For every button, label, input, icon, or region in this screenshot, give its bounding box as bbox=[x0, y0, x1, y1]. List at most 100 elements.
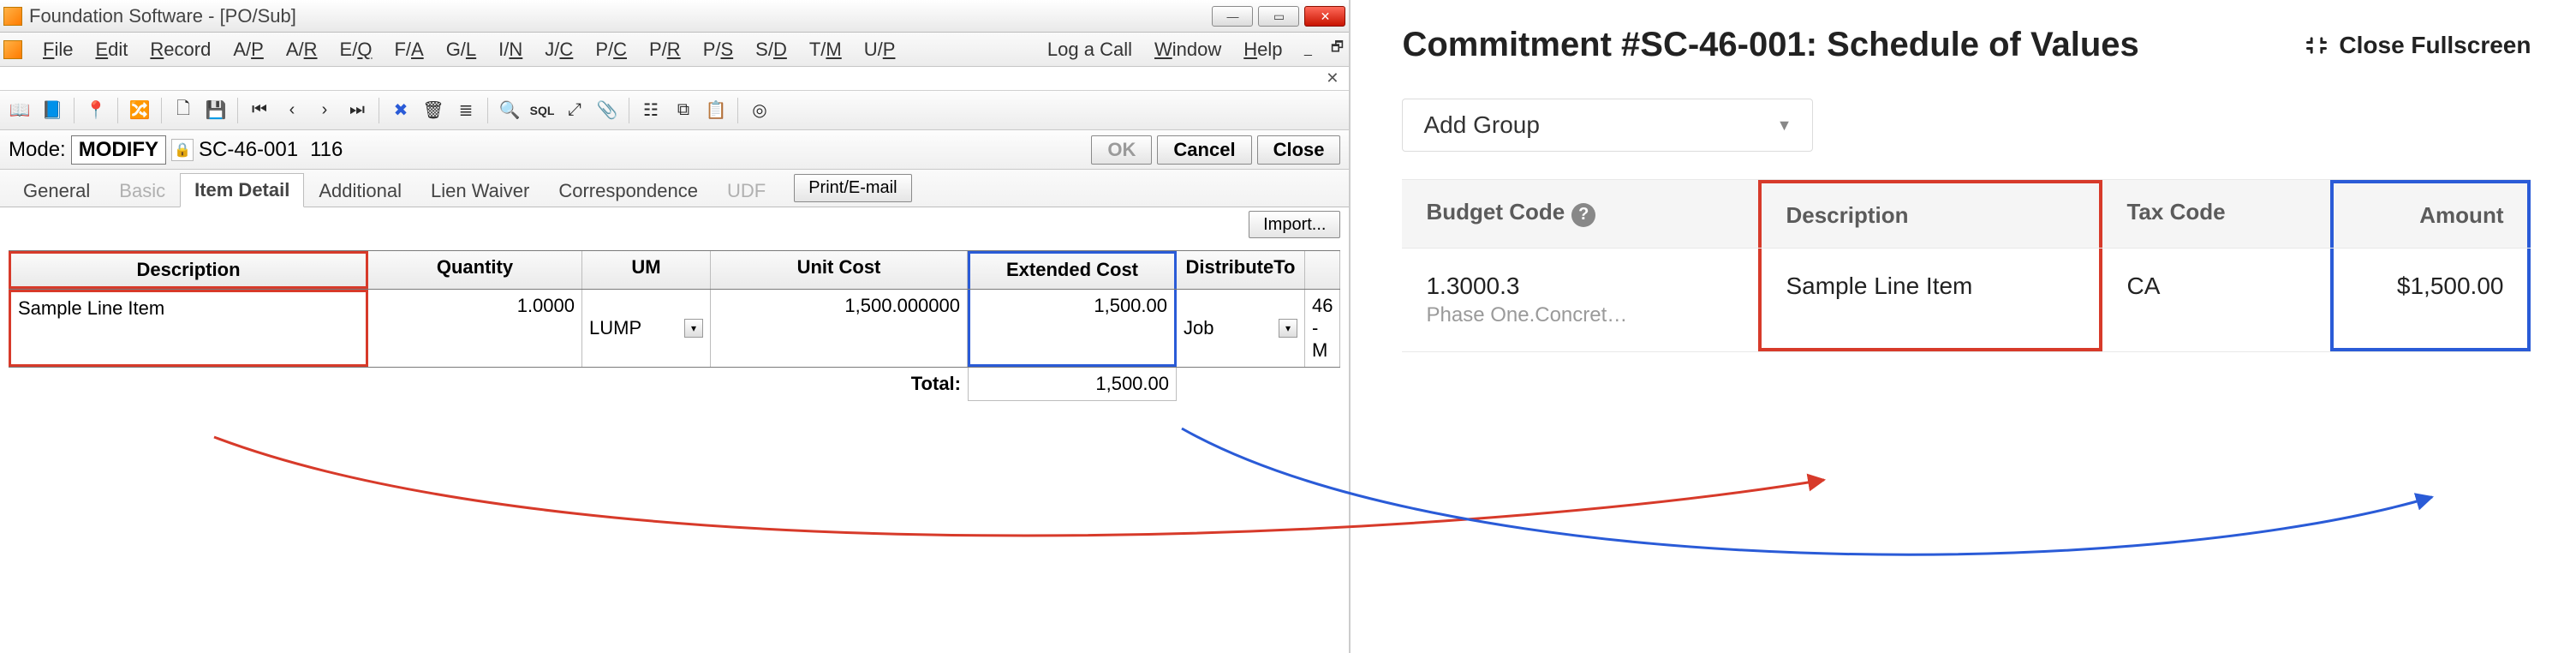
menu-tm[interactable]: T/M bbox=[804, 37, 847, 63]
menu-pr[interactable]: P/R bbox=[644, 37, 686, 63]
book-open-icon[interactable]: 📖 bbox=[5, 96, 34, 125]
trash-icon[interactable]: 🗑 bbox=[419, 96, 448, 125]
cell-tax-code[interactable]: CA bbox=[2102, 249, 2330, 351]
cell-right-description[interactable]: Sample Line Item bbox=[1758, 249, 2102, 351]
menu-pc[interactable]: P/C bbox=[590, 37, 632, 63]
tab-udf: UDF bbox=[713, 174, 780, 207]
window-title: Foundation Software - [PO/Sub] bbox=[29, 5, 296, 27]
cell-amount[interactable]: $1,500.00 bbox=[2330, 249, 2531, 351]
menu-up[interactable]: U/P bbox=[859, 37, 901, 63]
col-quantity[interactable]: Quantity bbox=[368, 251, 582, 289]
cell-description[interactable]: Sample Line Item bbox=[9, 290, 368, 367]
menu-eq[interactable]: E/Q bbox=[335, 37, 378, 63]
expand-icon[interactable]: ⤢ bbox=[560, 96, 589, 125]
menu-in[interactable]: I/N bbox=[493, 37, 528, 63]
next-record-icon[interactable]: › bbox=[310, 96, 339, 125]
menu-ps[interactable]: P/S bbox=[698, 37, 738, 63]
menu-log-a-call[interactable]: Log a Call bbox=[1042, 37, 1137, 63]
col-unit-cost[interactable]: Unit Cost bbox=[711, 251, 968, 289]
toolbar: 📖 📘 📍 🔀 🗋 💾 ⏮ ‹ › ⏭ ✖ 🗑 ≣ 🔍 SQL ⤢ 📎 ☷ ⧉ … bbox=[0, 91, 1349, 130]
budget-code-sub: Phase One.Concret… bbox=[1426, 303, 1734, 327]
cell-distribute-to[interactable]: Job ▾ bbox=[1177, 290, 1305, 367]
menu-sd[interactable]: S/D bbox=[750, 37, 792, 63]
help-ring-icon[interactable]: ◎ bbox=[745, 96, 774, 125]
header-amount: Amount bbox=[2330, 180, 2531, 248]
last-record-icon[interactable]: ⏭ bbox=[343, 96, 372, 125]
menu-help[interactable]: Help bbox=[1238, 37, 1287, 63]
cell-unit-cost[interactable]: 1,500.000000 bbox=[711, 290, 968, 367]
tab-general[interactable]: General bbox=[9, 174, 104, 207]
menu-ap[interactable]: A/P bbox=[228, 37, 268, 63]
cancel-button[interactable]: Cancel bbox=[1157, 135, 1251, 165]
cell-distribute-val[interactable]: 46 - M bbox=[1305, 290, 1340, 367]
cell-extended-cost[interactable]: 1,500.00 bbox=[968, 290, 1177, 367]
cell-um-value: LUMP bbox=[589, 317, 641, 339]
col-extended-cost[interactable]: Extended Cost bbox=[968, 251, 1177, 289]
menu-restore-icon[interactable]: 🗗 bbox=[1328, 41, 1345, 58]
col-description[interactable]: Description bbox=[9, 251, 368, 289]
copy-icon[interactable]: ⧉ bbox=[669, 96, 698, 125]
new-icon[interactable]: 🗋 bbox=[169, 96, 198, 125]
mdi-close-button[interactable]: ✕ bbox=[1321, 69, 1344, 87]
tab-correspondence[interactable]: Correspondence bbox=[544, 174, 713, 207]
maximize-button[interactable]: ▭ bbox=[1258, 6, 1299, 27]
total-label: Total: bbox=[9, 368, 968, 401]
help-icon[interactable]: ? bbox=[1571, 203, 1595, 227]
import-button[interactable]: Import... bbox=[1249, 211, 1340, 238]
tab-basic: Basic bbox=[104, 174, 180, 207]
app-logo-icon bbox=[3, 7, 22, 26]
menu-window[interactable]: Window bbox=[1149, 37, 1226, 63]
columns-icon[interactable]: ☷ bbox=[636, 96, 665, 125]
cell-quantity[interactable]: 1.0000 bbox=[368, 290, 582, 367]
pin-icon[interactable]: 📍 bbox=[81, 96, 110, 125]
menu-jc[interactable]: J/C bbox=[540, 37, 578, 63]
book-icon[interactable]: 📘 bbox=[38, 96, 67, 125]
tab-strip: General Basic Item Detail Additional Lie… bbox=[0, 170, 1349, 207]
dropdown-icon[interactable]: ▾ bbox=[1279, 319, 1297, 338]
add-group-select[interactable]: Add Group ▼ bbox=[1402, 99, 1813, 152]
tab-lien-waiver[interactable]: Lien Waiver bbox=[416, 174, 544, 207]
window-titlebar: Foundation Software - [PO/Sub] — ▭ ✕ bbox=[0, 0, 1349, 33]
add-group-label: Add Group bbox=[1423, 111, 1539, 139]
save-icon[interactable]: 💾 bbox=[201, 96, 230, 125]
lock-icon[interactable]: 🔒 bbox=[171, 139, 194, 161]
menu-fa[interactable]: F/A bbox=[389, 37, 428, 63]
collapse-icon bbox=[2305, 33, 2329, 57]
tab-additional[interactable]: Additional bbox=[304, 174, 416, 207]
tab-item-detail[interactable]: Item Detail bbox=[180, 173, 304, 207]
delete-x-icon[interactable]: ✖ bbox=[386, 96, 415, 125]
menu-edit[interactable]: Edit bbox=[90, 37, 133, 63]
close-button[interactable]: Close bbox=[1257, 135, 1341, 165]
header-tax-code: Tax Code bbox=[2102, 180, 2330, 248]
search-icon[interactable]: 🔍 bbox=[495, 96, 524, 125]
menu-ar[interactable]: A/R bbox=[281, 37, 323, 63]
cell-budget-code[interactable]: 1.3000.3 Phase One.Concret… bbox=[1402, 249, 1758, 351]
dropdown-icon[interactable]: ▾ bbox=[684, 319, 703, 338]
col-distribute-to[interactable]: DistributeTo bbox=[1177, 251, 1305, 289]
prev-record-icon[interactable]: ‹ bbox=[277, 96, 307, 125]
app-logo-icon bbox=[3, 40, 22, 59]
close-fullscreen-button[interactable]: Close Fullscreen bbox=[2305, 32, 2531, 59]
tree-icon[interactable]: 🔀 bbox=[125, 96, 154, 125]
menu-file[interactable]: File bbox=[38, 37, 78, 63]
doc-seq: 116 bbox=[310, 138, 343, 162]
window-close-button[interactable]: ✕ bbox=[1304, 6, 1345, 27]
first-record-icon[interactable]: ⏮ bbox=[245, 96, 274, 125]
cell-dt-value: Job bbox=[1184, 317, 1213, 339]
menu-minimize-icon[interactable]: _ bbox=[1299, 41, 1316, 58]
menu-record[interactable]: Record bbox=[145, 37, 216, 63]
minimize-button[interactable]: — bbox=[1212, 6, 1253, 27]
print-email-button[interactable]: Print/E-mail bbox=[794, 174, 911, 202]
col-um[interactable]: UM bbox=[582, 251, 711, 289]
header-budget-code: Budget Code? bbox=[1402, 180, 1758, 248]
ok-button[interactable]: OK bbox=[1091, 135, 1152, 165]
col-distribute-val[interactable] bbox=[1305, 251, 1340, 289]
menu-gl[interactable]: G/L bbox=[441, 37, 481, 63]
sql-icon[interactable]: SQL bbox=[528, 96, 557, 125]
paste-icon[interactable]: 📋 bbox=[701, 96, 730, 125]
menu-bar: File Edit Record A/P A/R E/Q F/A G/L I/N… bbox=[0, 33, 1349, 67]
attachment-icon[interactable]: 📎 bbox=[593, 96, 622, 125]
chevron-down-icon: ▼ bbox=[1777, 117, 1792, 135]
cell-um[interactable]: LUMP ▾ bbox=[582, 290, 711, 367]
list-icon[interactable]: ≣ bbox=[451, 96, 480, 125]
